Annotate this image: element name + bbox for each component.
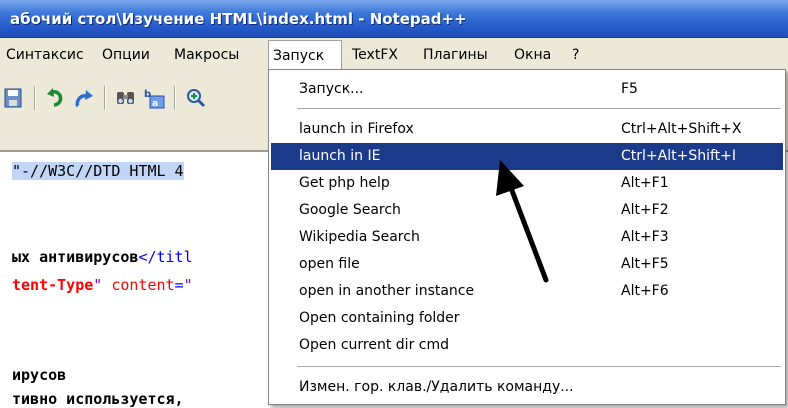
menu-item-shortcut: Ctrl+Alt+Shift+I: [621, 148, 737, 164]
menu-item-label: Google Search: [299, 202, 401, 218]
menu-bar: Синтаксис Опции Макросы Запуск TextFX Пл…: [0, 38, 788, 72]
menu-item-label: open file: [299, 256, 360, 272]
code-line: тивно используется,: [12, 390, 184, 408]
menu-item-php-help[interactable]: Get php help Alt+F1: [271, 170, 783, 197]
menu-item-wikipedia-search[interactable]: Wikipedia Search Alt+F3: [271, 224, 783, 251]
menu-item-label: Open containing folder: [299, 310, 460, 326]
replace-icon[interactable]: b a: [142, 86, 166, 110]
svg-text:a: a: [152, 99, 158, 109]
code-equals: =: [174, 276, 184, 294]
menu-syntax[interactable]: Синтаксис: [2, 38, 88, 72]
menu-item-label: Запуск...: [299, 81, 364, 97]
notepad-window: абочий стол\Изучение HTML\index.html - N…: [0, 0, 788, 408]
menu-item-shortcut: Alt+F3: [621, 229, 669, 245]
code-quote: ": [93, 276, 112, 294]
code-attr-value: tent-Type: [12, 276, 94, 294]
menu-options[interactable]: Опции: [98, 38, 154, 72]
menu-help[interactable]: ?: [568, 38, 583, 72]
code-line: ирусов: [12, 366, 66, 384]
menu-run[interactable]: Запуск: [268, 40, 342, 70]
code-attr-name: content: [111, 276, 175, 294]
redo-icon[interactable]: [72, 86, 96, 110]
code-quote: ": [183, 276, 193, 294]
selected-text: "-//W3C//DTD HTML 4: [12, 162, 184, 180]
menu-item-shortcut: Alt+F5: [621, 256, 669, 272]
code-line: tent-Type" content=": [12, 276, 193, 294]
window-title: абочий стол\Изучение HTML\index.html - N…: [10, 10, 467, 28]
menu-item-shortcut: F5: [621, 81, 638, 97]
code-text: ирусов: [12, 366, 67, 384]
menu-separator: [297, 108, 781, 109]
code-text: ых антивирусов: [12, 248, 139, 266]
menu-item-launch-firefox[interactable]: launch in Firefox Ctrl+Alt+Shift+X: [271, 116, 783, 143]
menu-item-label: open in another instance: [299, 283, 475, 299]
run-menu-dropdown: Запуск... F5 launch in Firefox Ctrl+Alt+…: [268, 69, 786, 405]
menu-plugins[interactable]: Плагины: [419, 38, 492, 72]
menu-item-open-containing-folder[interactable]: Open containing folder: [271, 305, 783, 332]
code-line: "-//W3C//DTD HTML 4: [12, 162, 184, 180]
menu-item-label: Open current dir cmd: [299, 337, 450, 353]
menu-item-modify-shortcut[interactable]: Измен. гор. клав./Удалить команду...: [271, 374, 783, 401]
code-text: тивно используется,: [12, 390, 184, 408]
menu-item-shortcut: Alt+F1: [621, 175, 669, 191]
menu-item-open-file[interactable]: open file Alt+F5: [271, 251, 783, 278]
toolbar-separator: [104, 86, 105, 110]
menu-item-run[interactable]: Запуск... F5: [271, 76, 783, 103]
menu-item-launch-ie[interactable]: launch in IE Ctrl+Alt+Shift+I: [271, 143, 783, 170]
menu-item-shortcut: Alt+F2: [621, 202, 669, 218]
menu-item-open-another-instance[interactable]: open in another instance Alt+F6: [271, 278, 783, 305]
toolbar-separator: [34, 86, 35, 110]
menu-item-label: launch in Firefox: [299, 121, 414, 137]
toolbar-separator: [174, 86, 175, 110]
menu-item-label: Get php help: [299, 175, 390, 191]
title-bar[interactable]: абочий стол\Изучение HTML\index.html - N…: [0, 0, 788, 38]
find-icon[interactable]: [114, 86, 138, 110]
menu-item-label: Измен. гор. клав./Удалить команду...: [299, 379, 574, 395]
menu-separator: [297, 366, 781, 367]
menu-macros[interactable]: Макросы: [170, 38, 243, 72]
menu-item-shortcut: Ctrl+Alt+Shift+X: [621, 121, 742, 137]
menu-item-google-search[interactable]: Google Search Alt+F2: [271, 197, 783, 224]
save-icon[interactable]: [2, 86, 26, 110]
code-tag: </titl: [138, 248, 193, 266]
menu-item-label: Wikipedia Search: [299, 229, 420, 245]
menu-item-label: launch in IE: [299, 148, 381, 164]
menu-textfx[interactable]: TextFX: [348, 38, 402, 72]
undo-icon[interactable]: [44, 86, 68, 110]
menu-windows[interactable]: Окна: [510, 38, 555, 72]
zoom-in-icon[interactable]: [184, 86, 208, 110]
menu-item-shortcut: Alt+F6: [621, 283, 669, 299]
menu-item-open-dir-cmd[interactable]: Open current dir cmd: [271, 332, 783, 359]
code-line: ых антивирусов</titl: [12, 248, 193, 266]
